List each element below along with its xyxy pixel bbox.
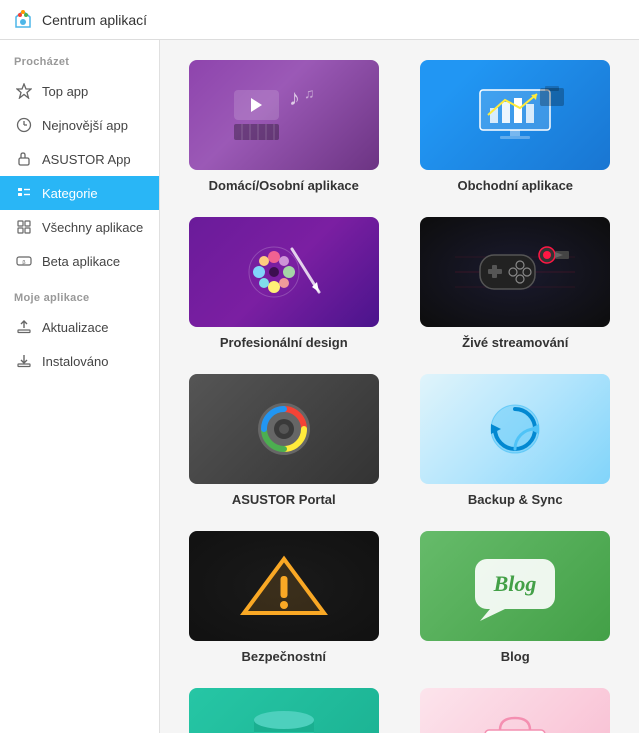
- tile-database-img: [189, 688, 379, 733]
- tile-home[interactable]: ♪ ♫ Domácí/Osobní aplikace: [180, 60, 388, 193]
- sidebar-label-all-apps: Všechny aplikace: [42, 220, 143, 235]
- list-icon: [14, 183, 34, 203]
- tile-streaming-img: [420, 217, 610, 327]
- sidebar: Procházet Top app Nejnovější app ASUSTOR…: [0, 40, 160, 733]
- sidebar-item-newest-app[interactable]: Nejnovější app: [0, 108, 159, 142]
- tile-blog[interactable]: Blog Blog: [412, 531, 620, 664]
- tile-ecommerce[interactable]: $ e Commerce: [412, 688, 620, 733]
- svg-text:Blog: Blog: [493, 571, 537, 596]
- tile-asustor-portal[interactable]: ASUSTOR Portal: [180, 374, 388, 507]
- sidebar-item-categories[interactable]: Kategorie: [0, 176, 159, 210]
- security-tile-icon: [224, 551, 344, 621]
- tile-asustor-img: [189, 374, 379, 484]
- sidebar-item-installed[interactable]: Instalováno: [0, 344, 159, 378]
- categories-grid: ♪ ♫ Domácí/Osobní aplikace: [180, 60, 619, 733]
- sidebar-item-beta-apps[interactable]: β Beta aplikace: [0, 244, 159, 278]
- tile-blog-img: Blog: [420, 531, 610, 641]
- my-apps-section-label: Moje aplikace: [0, 288, 159, 310]
- svg-text:♪: ♪: [289, 85, 300, 110]
- streaming-tile-icon: [455, 237, 575, 307]
- ecommerce-tile-icon: $: [455, 708, 575, 733]
- tile-streaming-label: Živé streamování: [462, 335, 568, 350]
- hand-icon: [14, 149, 34, 169]
- sidebar-item-updates[interactable]: Aktualizace: [0, 310, 159, 344]
- sidebar-label-asustor-app: ASUSTOR App: [42, 152, 131, 167]
- content-area: ♪ ♫ Domácí/Osobní aplikace: [160, 40, 639, 733]
- backup-tile-icon: [455, 394, 575, 464]
- tile-database[interactable]: Databáze: [180, 688, 388, 733]
- blog-tile-icon: Blog: [455, 551, 575, 621]
- business-tile-icon: [455, 80, 575, 150]
- star-icon: [14, 81, 34, 101]
- tile-security-label: Bezpečnostní: [241, 649, 326, 664]
- installed-icon: [14, 351, 34, 371]
- tile-design[interactable]: Profesionální design: [180, 217, 388, 350]
- tile-streaming[interactable]: Živé streamování: [412, 217, 620, 350]
- tile-backup[interactable]: Backup & Sync: [412, 374, 620, 507]
- tile-backup-label: Backup & Sync: [468, 492, 563, 507]
- database-tile-icon: [224, 708, 344, 733]
- browse-section-label: Procházet: [0, 52, 159, 74]
- tile-design-label: Profesionální design: [220, 335, 348, 350]
- main-layout: Procházet Top app Nejnovější app ASUSTOR…: [0, 40, 639, 733]
- tile-backup-img: [420, 374, 610, 484]
- sidebar-item-top-app[interactable]: Top app: [0, 74, 159, 108]
- title-bar: Centrum aplikací: [0, 0, 639, 40]
- sidebar-label-beta-apps: Beta aplikace: [42, 254, 120, 269]
- tile-business-label: Obchodní aplikace: [457, 178, 573, 193]
- tile-ecommerce-img: $: [420, 688, 610, 733]
- sidebar-label-categories: Kategorie: [42, 186, 98, 201]
- app-logo-icon: [12, 9, 34, 31]
- beta-icon: β: [14, 251, 34, 271]
- tile-asustor-label: ASUSTOR Portal: [232, 492, 336, 507]
- tile-home-label: Domácí/Osobní aplikace: [209, 178, 359, 193]
- tile-security-img: [189, 531, 379, 641]
- tile-home-img: ♪ ♫: [189, 60, 379, 170]
- sidebar-label-newest-app: Nejnovější app: [42, 118, 128, 133]
- tile-business[interactable]: Obchodní aplikace: [412, 60, 620, 193]
- tile-security[interactable]: Bezpečnostní: [180, 531, 388, 664]
- sidebar-label-top-app: Top app: [42, 84, 88, 99]
- tile-blog-label: Blog: [501, 649, 530, 664]
- grid-icon: [14, 217, 34, 237]
- sidebar-item-all-apps[interactable]: Všechny aplikace: [0, 210, 159, 244]
- clock-icon: [14, 115, 34, 135]
- asustor-tile-icon: [224, 394, 344, 464]
- sidebar-label-updates: Aktualizace: [42, 320, 108, 335]
- design-tile-icon: [224, 237, 344, 307]
- svg-text:β: β: [22, 260, 25, 266]
- sidebar-label-installed: Instalováno: [42, 354, 109, 369]
- svg-text:♫: ♫: [304, 85, 315, 101]
- tile-design-img: [189, 217, 379, 327]
- tile-business-img: [420, 60, 610, 170]
- home-tile-icon: ♪ ♫: [224, 80, 344, 150]
- sidebar-item-asustor-app[interactable]: ASUSTOR App: [0, 142, 159, 176]
- window-title: Centrum aplikací: [42, 12, 147, 28]
- upload-icon: [14, 317, 34, 337]
